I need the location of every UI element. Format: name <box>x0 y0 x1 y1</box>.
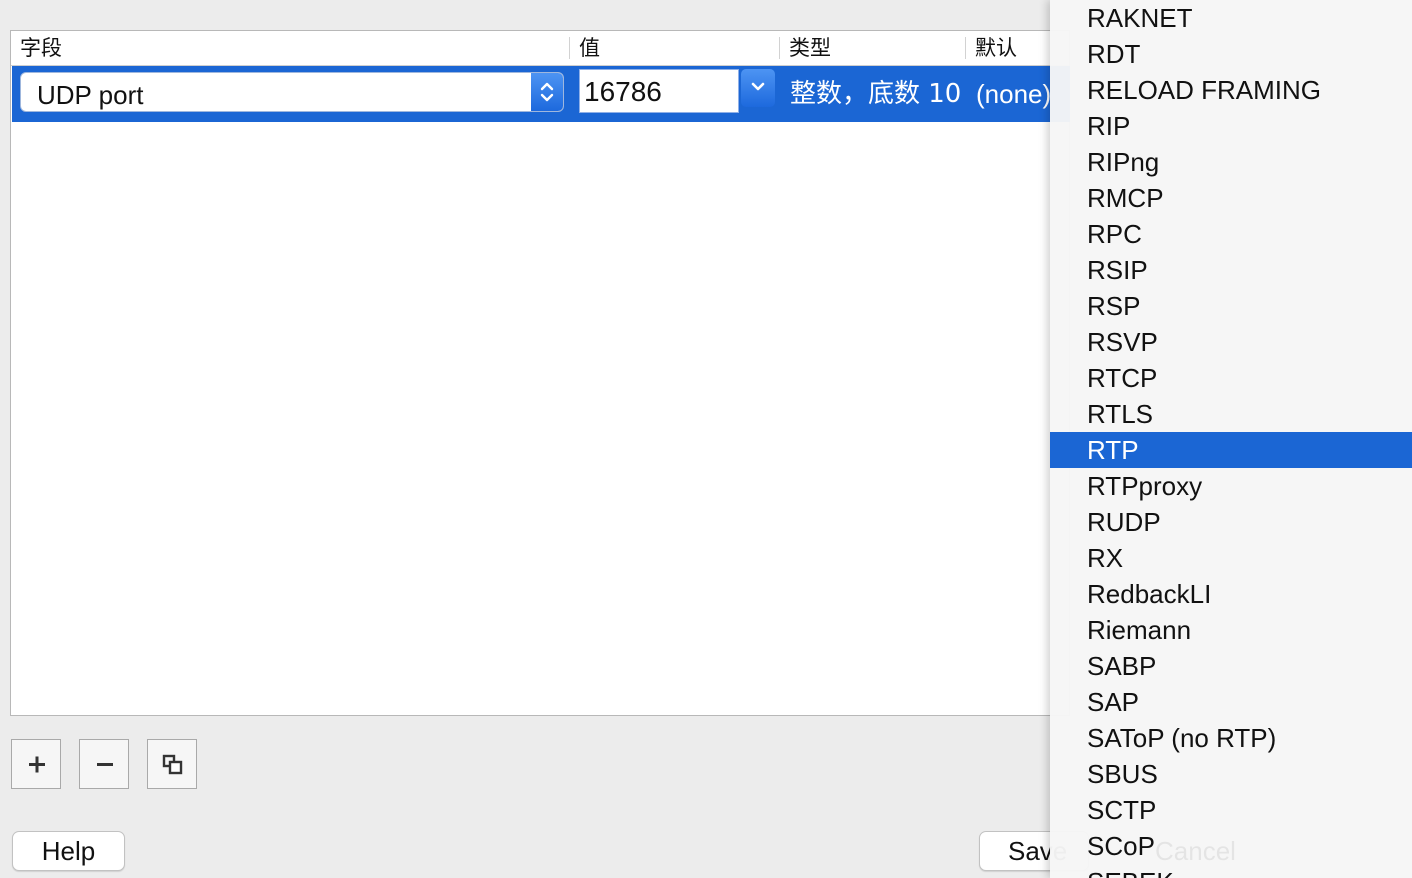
table-row[interactable]: UDP port 16786 整数，底数 10 (none) <box>12 66 1070 122</box>
default-cell: (none) <box>976 79 1052 109</box>
dropdown-item[interactable]: RTPproxy <box>1050 468 1412 504</box>
dropdown-item[interactable]: RIPng <box>1050 144 1412 180</box>
dropdown-item[interactable]: RUDP <box>1050 504 1412 540</box>
dropdown-item[interactable]: SABP <box>1050 648 1412 684</box>
chevron-down-icon[interactable] <box>741 69 775 107</box>
cancel-button[interactable]: Cancel <box>1155 832 1236 870</box>
remove-row-button[interactable] <box>79 739 129 789</box>
dropdown-item[interactable]: RSP <box>1050 288 1412 324</box>
column-header-field[interactable]: 字段 <box>11 31 569 65</box>
dropdown-item[interactable]: RPC <box>1050 216 1412 252</box>
dropdown-item[interactable]: SCTP <box>1050 792 1412 828</box>
fields-table: 字段 值 类型 默认 UDP port 16786 整数，底数 10 (none… <box>10 30 1070 716</box>
field-select[interactable]: UDP port <box>20 72 564 112</box>
dropdown-item[interactable]: Riemann <box>1050 612 1412 648</box>
dropdown-item[interactable]: RedbackLI <box>1050 576 1412 612</box>
dropdown-item[interactable]: RAKNET <box>1050 0 1412 36</box>
dropdown-item[interactable]: RX <box>1050 540 1412 576</box>
dropdown-item[interactable]: SAP <box>1050 684 1412 720</box>
dropdown-item[interactable]: SAToP (no RTP) <box>1050 720 1412 756</box>
dropdown-item[interactable]: RMCP <box>1050 180 1412 216</box>
dropdown-item[interactable]: RTP <box>1050 432 1412 468</box>
column-header-type[interactable]: 类型 <box>780 31 966 65</box>
dropdown-item[interactable]: RSIP <box>1050 252 1412 288</box>
dropdown-item[interactable]: RELOAD FRAMING <box>1050 72 1412 108</box>
protocol-dropdown-list[interactable]: RAKNET RDT RELOAD FRAMING RIP RIPng RMCP RPC RS… <box>1050 0 1412 878</box>
field-select-value: UDP port <box>37 80 144 110</box>
column-header-value[interactable]: 值 <box>570 31 780 65</box>
dropdown-item[interactable]: RTCP <box>1050 360 1412 396</box>
dropdown-item[interactable]: SBUS <box>1050 756 1412 792</box>
up-down-chevron-icon[interactable] <box>531 73 563 111</box>
help-button[interactable]: Help <box>12 831 125 871</box>
add-row-button[interactable] <box>11 739 61 789</box>
table-header: 字段 值 类型 默认 <box>11 31 1069 66</box>
dropdown-item[interactable]: RIP <box>1050 108 1412 144</box>
dropdown-item[interactable]: RDT <box>1050 36 1412 72</box>
value-combobox[interactable]: 16786 <box>579 69 775 113</box>
dropdown-item[interactable]: RTLS <box>1050 396 1412 432</box>
value-input-text: 16786 <box>584 76 662 107</box>
dropdown-item[interactable]: RSVP <box>1050 324 1412 360</box>
value-input[interactable]: 16786 <box>579 69 739 113</box>
copy-row-button[interactable] <box>147 739 197 789</box>
type-cell: 整数，底数 10 <box>790 79 962 109</box>
